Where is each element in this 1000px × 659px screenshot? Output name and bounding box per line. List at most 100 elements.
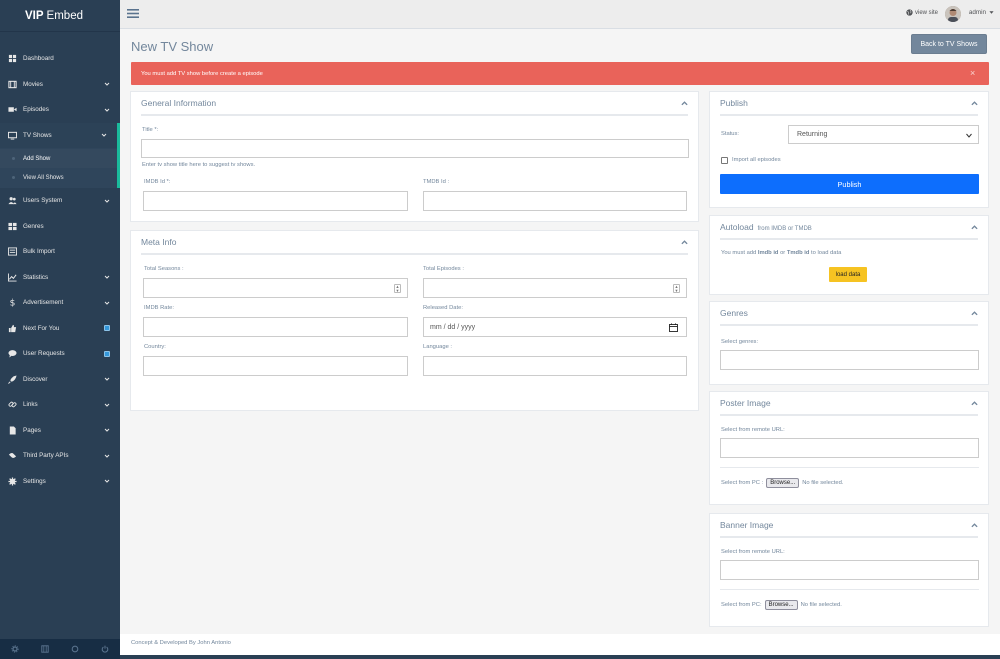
- close-icon[interactable]: ×: [970, 69, 977, 78]
- submenu-item-label: Add Show: [23, 155, 51, 162]
- banner-no-file: No file selected.: [800, 602, 842, 608]
- poster-browse-button[interactable]: Browse...: [766, 478, 800, 488]
- chevron-up-icon[interactable]: [971, 522, 978, 529]
- title-input[interactable]: [141, 139, 689, 158]
- sidebar-item-label: Pages: [23, 426, 41, 434]
- chevron-up-icon[interactable]: [681, 239, 688, 246]
- panel-title: Autoload from IMDB or TMDB: [720, 222, 812, 232]
- banner-pc-label: Select from PC:: [721, 602, 762, 608]
- brand-logo[interactable]: VIP Embed: [0, 0, 120, 32]
- load-data-button[interactable]: load data: [829, 267, 867, 282]
- thumbs-up-icon: [8, 324, 17, 333]
- import-episodes-label: Import all episodes: [732, 157, 781, 163]
- banner-browse-button[interactable]: Browse...: [764, 600, 798, 610]
- language-label: Language :: [423, 344, 453, 350]
- chevron-up-icon[interactable]: [971, 310, 978, 317]
- menu-toggle-icon[interactable]: [127, 8, 139, 19]
- genres-panel: Genres Select genres:: [709, 301, 989, 385]
- power-icon[interactable]: [101, 645, 109, 653]
- sidebar-item-tv-shows[interactable]: TV Shows: [0, 122, 120, 148]
- submenu-item-add-show[interactable]: Add Show: [0, 149, 117, 168]
- settings-icon[interactable]: [11, 645, 19, 653]
- sidebar-item-label: Third Party APIs: [23, 452, 69, 460]
- panel-title: Genres: [720, 308, 748, 318]
- calendar-icon[interactable]: [669, 323, 678, 332]
- sidebar-item-dashboard[interactable]: Dashboard: [0, 46, 120, 72]
- autoload-message: You must add Imdb id or Tmdb id to load …: [721, 250, 842, 256]
- general-info-panel: General Information Title *: Enter tv sh…: [130, 91, 699, 222]
- chevron-down-icon: [104, 199, 110, 203]
- poster-remote-label: Select from remote URL:: [721, 427, 785, 433]
- sidebar-item-settings[interactable]: Settings: [0, 469, 120, 495]
- sidebar-item-genres[interactable]: Genres: [0, 214, 120, 240]
- released-date-input[interactable]: mm / dd / yyyy: [423, 317, 687, 337]
- user-menu[interactable]: admin: [969, 9, 994, 16]
- import-episodes-checkbox[interactable]: [721, 157, 728, 164]
- submenu-item-view-all-shows[interactable]: View All Shows: [0, 168, 117, 187]
- lock-icon[interactable]: [71, 645, 79, 653]
- brand-name-bold: VIP: [25, 9, 44, 22]
- view-site-link[interactable]: view site: [906, 9, 938, 16]
- chevron-down-icon: [101, 133, 107, 137]
- chevron-down-icon: [104, 428, 110, 432]
- sidebar-item-movies[interactable]: Movies: [0, 72, 120, 98]
- sidebar-item-statistics[interactable]: Statistics: [0, 265, 120, 291]
- title-hint: Enter tv show title here to suggest tv s…: [142, 162, 256, 168]
- sidebar-item-third-party-apis[interactable]: Third Party APIs: [0, 443, 120, 469]
- sidebar-item-discover[interactable]: Discover: [0, 367, 120, 393]
- sidebar-item-pages[interactable]: Pages: [0, 418, 120, 444]
- banner-url-input[interactable]: [720, 560, 979, 580]
- sidebar-item-user-requests[interactable]: User Requests: [0, 341, 120, 367]
- chevron-up-icon[interactable]: [971, 224, 978, 231]
- bullet-icon: [12, 176, 15, 179]
- sidebar-item-label: Episodes: [23, 106, 49, 114]
- sidebar-item-advertisement[interactable]: $ Advertisement: [0, 290, 120, 316]
- genres-label: Select genres:: [721, 339, 759, 345]
- caret-down-icon: [989, 11, 994, 14]
- bullet-icon: [12, 157, 15, 160]
- chevron-down-icon: [104, 275, 110, 279]
- page-title: New TV Show: [131, 39, 214, 54]
- number-spinner[interactable]: ▲ ▼: [673, 284, 680, 293]
- chevron-up-icon[interactable]: [971, 400, 978, 407]
- poster-no-file: No file selected.: [802, 480, 844, 486]
- sidebar-item-next-for-you[interactable]: Next For You: [0, 316, 120, 342]
- view-site-label: view site: [914, 9, 938, 16]
- video-camera-icon: [8, 105, 17, 114]
- sidebar-item-episodes[interactable]: Episodes: [0, 97, 120, 123]
- total-seasons-input[interactable]: ▲ ▼: [143, 278, 408, 298]
- sidebar-item-bulk-import[interactable]: Bulk Import: [0, 239, 120, 265]
- chevron-up-icon[interactable]: [971, 100, 978, 107]
- chevron-up-icon[interactable]: [681, 100, 688, 107]
- chevron-down-icon: [104, 301, 110, 305]
- panel-title: Meta Info: [141, 237, 177, 247]
- country-input[interactable]: [143, 356, 408, 376]
- panel-title: General Information: [141, 98, 217, 108]
- number-spinner[interactable]: ▲ ▼: [394, 284, 401, 293]
- publish-button[interactable]: Publish: [720, 174, 979, 194]
- language-input[interactable]: [423, 356, 687, 376]
- fullscreen-icon[interactable]: [41, 645, 49, 653]
- divider: [720, 589, 979, 590]
- sidebar-item-links[interactable]: Links: [0, 392, 120, 418]
- sidebar-item-users-system[interactable]: Users System: [0, 188, 120, 214]
- autoload-subtitle: from IMDB or TMDB: [757, 226, 812, 232]
- sidebar-item-label: Genres: [23, 222, 44, 230]
- sidebar-item-label: Statistics: [23, 273, 49, 281]
- list-icon: [8, 247, 17, 256]
- poster-pc-label: Select from PC :: [721, 480, 764, 486]
- tmdb-id-input[interactable]: [423, 191, 687, 211]
- genres-input[interactable]: [720, 350, 979, 370]
- imdb-rate-input[interactable]: [143, 317, 408, 337]
- back-to-tv-shows-button[interactable]: Back to TV Shows: [911, 34, 987, 54]
- footer-bar: [120, 655, 1000, 659]
- banner-file-input: Select from PC: Browse... No file select…: [721, 600, 842, 610]
- imdb-id-input[interactable]: [143, 191, 408, 211]
- panel-title: Poster Image: [720, 398, 771, 408]
- status-select[interactable]: Returning: [788, 125, 979, 144]
- globe-icon: [906, 9, 913, 16]
- avatar[interactable]: [945, 6, 961, 22]
- divider: [720, 467, 979, 468]
- poster-url-input[interactable]: [720, 438, 979, 458]
- total-episodes-input[interactable]: ▲ ▼: [423, 278, 687, 298]
